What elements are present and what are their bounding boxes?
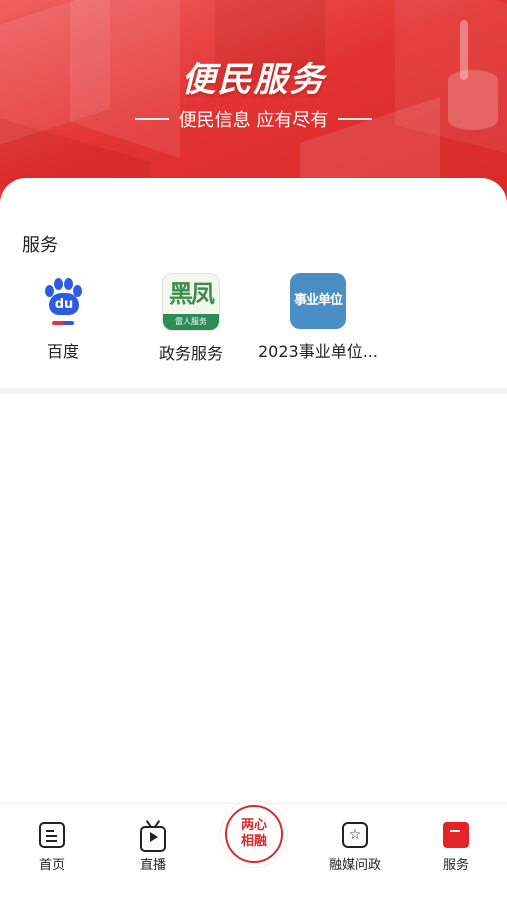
- tab-label: 服务: [442, 858, 469, 873]
- center-logo-button[interactable]: 两心 相融: [221, 801, 287, 867]
- tv-play-icon: [140, 820, 166, 852]
- section-divider: [0, 388, 507, 394]
- gov-service-icon: 黑凤 雷人服务: [162, 273, 220, 331]
- tab-label: 首页: [38, 858, 65, 873]
- tab-label: 融媒问政: [328, 858, 381, 873]
- star-box-icon: ☆: [342, 822, 368, 848]
- document-icon: [39, 822, 65, 848]
- public-institution-icon: 事业单位: [290, 273, 346, 329]
- center-logo-line1: 两心: [240, 818, 267, 833]
- subtitle-text: 便民信息 应有尽有: [178, 110, 329, 131]
- service-public-institution[interactable]: 事业单位 2023事业单位...: [253, 273, 383, 362]
- baidu-paw-icon: du: [35, 273, 91, 329]
- bookmark-icon: [443, 822, 469, 848]
- tab-services[interactable]: 服务: [416, 822, 496, 873]
- tab-live[interactable]: 直播: [113, 820, 193, 873]
- subtitle-left-line: [134, 118, 169, 120]
- page-subtitle: 便民信息 应有尽有: [0, 106, 507, 132]
- page-title: 便民服务: [181, 60, 326, 100]
- services-panel: 服务 du 百度 黑凤 雷人服务 政务服务 事业单位 2023事业单位...: [0, 178, 507, 388]
- service-label: 2023事业单位...: [258, 342, 378, 361]
- service-label: 政务服务: [158, 344, 223, 363]
- baidu-du-text: du: [49, 293, 79, 315]
- tab-label: 直播: [139, 858, 166, 873]
- gov-icon-caption: 雷人服务: [163, 314, 219, 330]
- service-gov[interactable]: 黑凤 雷人服务 政务服务: [126, 273, 256, 364]
- section-title: 服务: [22, 235, 58, 256]
- subtitle-right-line: [338, 118, 373, 120]
- service-label: 百度: [46, 342, 79, 361]
- service-baidu[interactable]: du 百度: [0, 273, 128, 362]
- tab-home[interactable]: 首页: [12, 822, 92, 873]
- center-logo-icon: 两心 相融: [225, 805, 283, 863]
- bottom-tab-bar: 首页 直播 两心 相融 ☆ 融媒问政 服务: [0, 801, 507, 901]
- center-logo-line2: 相融: [240, 834, 267, 849]
- tab-media-inquiry[interactable]: ☆ 融媒问政: [315, 822, 395, 873]
